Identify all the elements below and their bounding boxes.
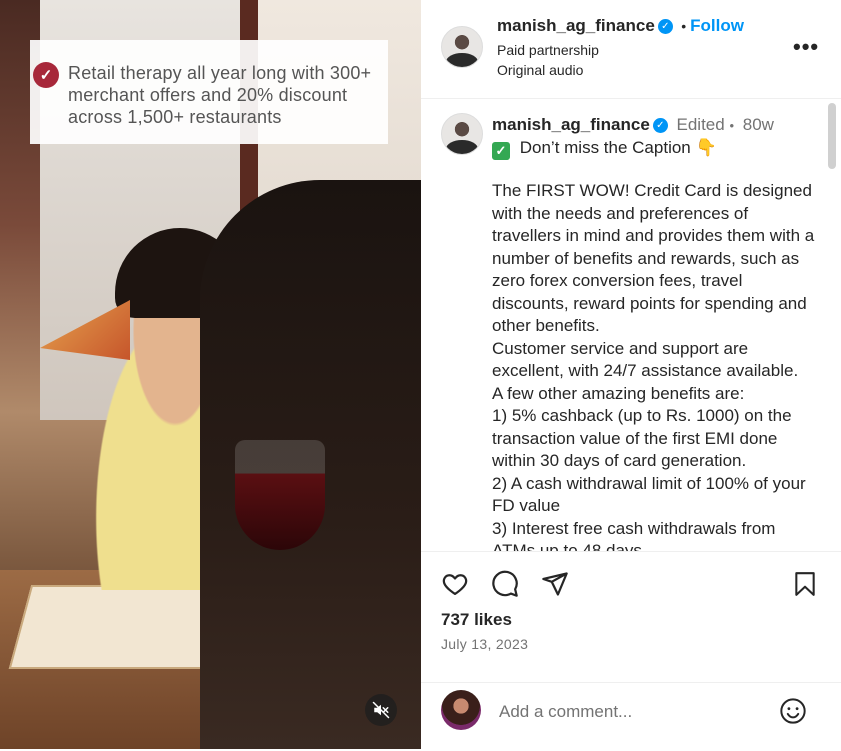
edited-label: Edited (676, 115, 725, 134)
caption-paragraph: A few other amazing benefits are: (492, 383, 745, 403)
paper-plane-icon (542, 572, 568, 596)
save-button[interactable] (789, 568, 821, 600)
comment-button[interactable] (489, 568, 521, 600)
caption-paragraph: 2) A cash withdrawal limit of 100% of yo… (492, 473, 811, 516)
post-age[interactable]: 80w (743, 115, 774, 134)
overlay-text: Retail therapy all year long with 300+ m… (68, 63, 372, 127)
scrollbar-thumb[interactable] (828, 103, 836, 169)
caption-paragraph: 3) Interest free cash withdrawals from A… (492, 518, 780, 552)
scrollbar-track[interactable] (828, 103, 836, 543)
caption-username[interactable]: manish_ag_finance (492, 115, 650, 134)
post-actions: 737 likes July 13, 2023 (421, 551, 841, 750)
emoji-button[interactable] (777, 695, 809, 727)
caption-body: The FIRST WOW! Credit Card is designed w… (492, 180, 817, 551)
caption-headline: Don’t miss the Caption (519, 138, 691, 157)
follow-button[interactable]: Follow (690, 16, 744, 35)
likes-count[interactable]: 737 likes (441, 610, 512, 630)
post-date: July 13, 2023 (441, 636, 529, 652)
caption-paragraph: Customer service and support are excelle… (492, 338, 799, 381)
pointing-down-icon: 👇 (695, 138, 717, 157)
mute-button[interactable] (365, 694, 397, 726)
post-media-video[interactable]: ✓ Retail therapy all year long with 300+… (0, 0, 421, 749)
verified-badge-icon: ✓ (657, 19, 673, 35)
paid-partnership-label[interactable]: Paid partnership (497, 42, 599, 58)
smiley-face-icon (780, 698, 806, 724)
verified-badge-icon: ✓ (652, 118, 668, 134)
header-separator: • (681, 18, 687, 34)
time-separator: • (729, 118, 735, 133)
author-username[interactable]: manish_ag_finance (497, 16, 655, 35)
overlay-check-icon: ✓ (33, 62, 59, 88)
caption-paragraph: 1) 5% cashback (up to Rs. 1000) on the t… (492, 406, 797, 470)
caption-avatar[interactable] (441, 113, 483, 155)
avatar-shoulders (446, 140, 478, 154)
like-button[interactable] (439, 568, 471, 600)
speaker-muted-icon (372, 701, 390, 719)
comment-input[interactable] (497, 699, 781, 725)
heart-icon (442, 574, 468, 596)
post-panel: manish_ag_finance ✓ • Follow Paid partners… (421, 0, 841, 749)
author-avatar[interactable] (441, 26, 483, 68)
more-options-icon[interactable]: ••• (793, 34, 819, 60)
share-button[interactable] (539, 568, 571, 600)
original-audio-link[interactable]: Original audio (497, 62, 583, 78)
comment-bubble-icon (492, 570, 518, 597)
post-header: manish_ag_finance ✓ • Follow Paid partners… (421, 0, 841, 99)
viewer-avatar (441, 690, 481, 730)
caption-paragraph: The FIRST WOW! Credit Card is designed w… (492, 181, 819, 335)
avatar-shoulders (446, 53, 478, 67)
comments-section[interactable]: manish_ag_finance ✓ Edited • 80w ✓ Don’t … (421, 99, 841, 551)
wine-glass (235, 440, 325, 550)
bookmark-icon (795, 572, 815, 596)
check-mark-icon: ✓ (492, 142, 510, 160)
